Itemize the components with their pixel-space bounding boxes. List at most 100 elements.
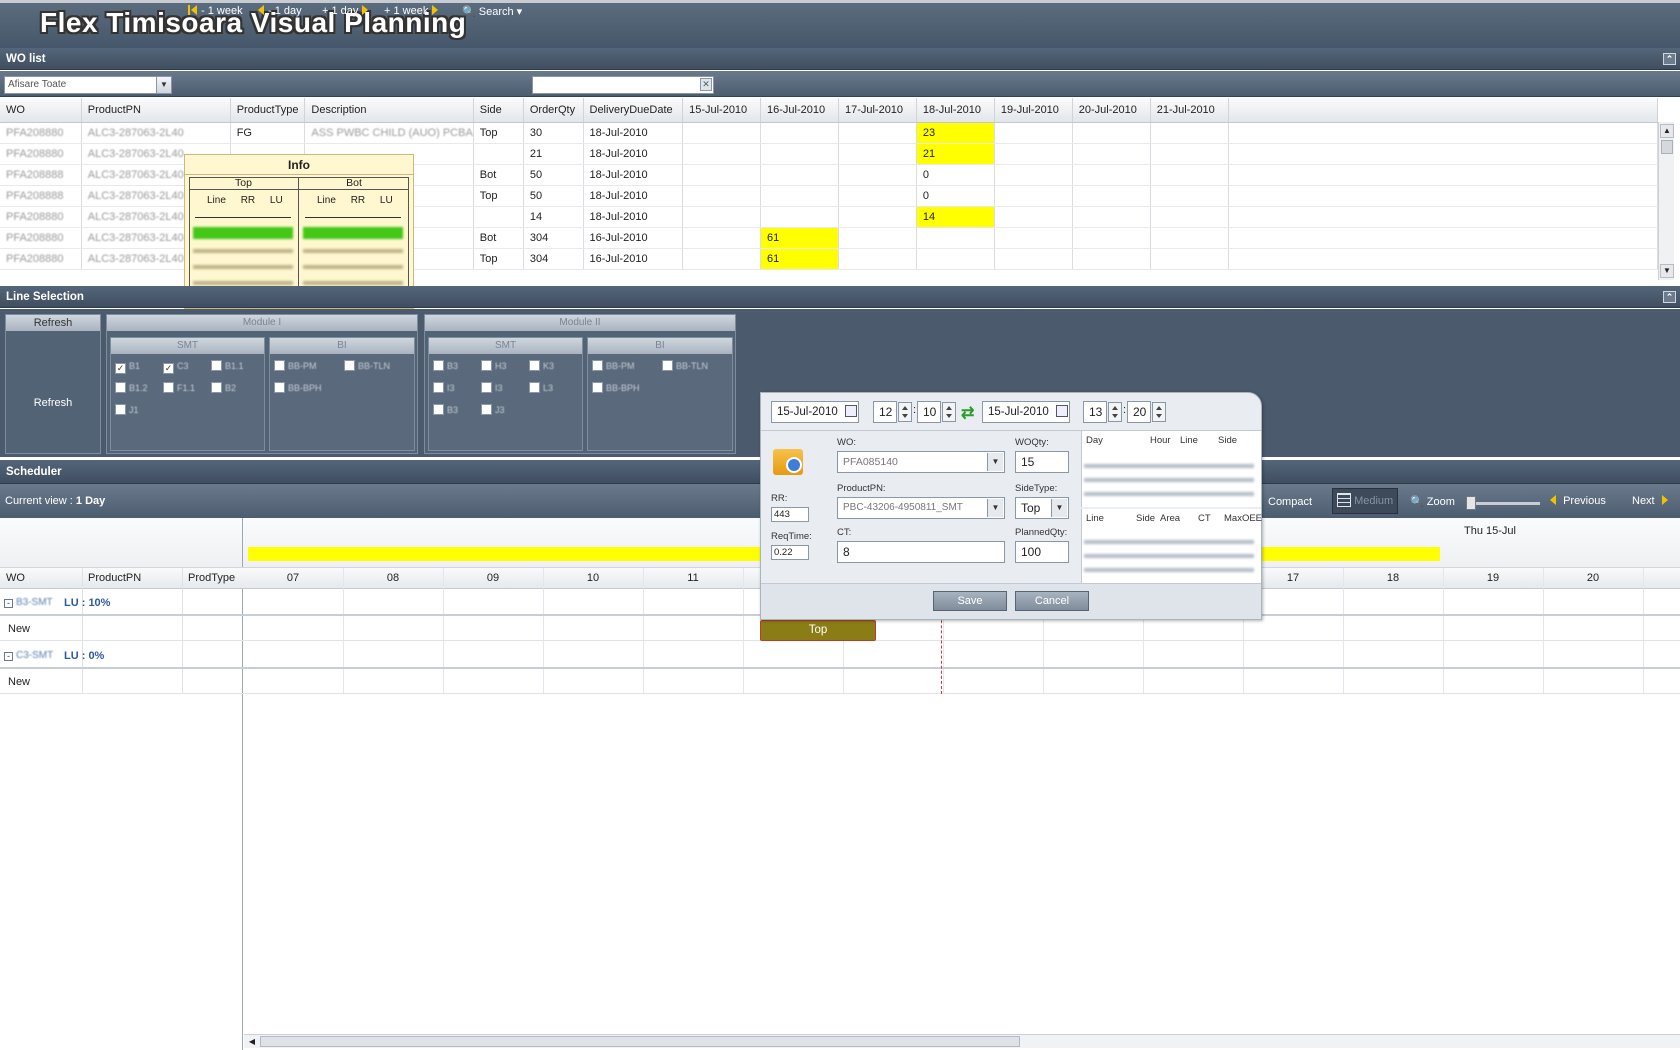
chevron-down-icon[interactable]: ▼ xyxy=(156,77,171,93)
line-checkbox[interactable]: ✓ B1 xyxy=(115,360,140,374)
checkbox[interactable] xyxy=(529,382,540,393)
column-header[interactable]: WO xyxy=(0,98,82,123)
zoom-slider-handle[interactable] xyxy=(1466,496,1476,510)
collapse-icon[interactable]: ⌃ xyxy=(1663,291,1676,303)
line-checkbox[interactable]: L3 xyxy=(529,382,553,394)
ct-field[interactable]: 8 xyxy=(837,541,1005,563)
column-header[interactable]: 17-Jul-2010 xyxy=(838,98,917,123)
line-checkbox[interactable]: J1 xyxy=(115,404,139,416)
scheduler-column-header[interactable]: ProdType xyxy=(188,572,235,584)
collapse-icon[interactable]: ⌃ xyxy=(1663,53,1676,65)
prev-day-button[interactable]: - 1 day xyxy=(258,5,302,17)
column-header[interactable]: ProductType xyxy=(230,98,306,123)
next-button[interactable]: Next xyxy=(1632,495,1668,507)
checkbox[interactable] xyxy=(481,360,492,371)
line-checkbox[interactable]: BB-BPH xyxy=(592,382,640,394)
prev-week-button[interactable]: - 1 week xyxy=(188,5,243,17)
checkbox[interactable] xyxy=(592,360,603,371)
column-header[interactable]: 20-Jul-2010 xyxy=(1072,98,1151,123)
checkbox[interactable] xyxy=(115,404,126,415)
search-button[interactable]: 🔍 Search ▾ xyxy=(462,5,522,18)
wo-filter-select[interactable]: Afisare Toate ▼ xyxy=(4,76,172,94)
refresh-tab[interactable]: Refresh xyxy=(6,315,100,331)
checkbox[interactable] xyxy=(592,382,603,393)
column-header[interactable]: OrderQty xyxy=(523,98,584,123)
rr-field[interactable]: 443 xyxy=(771,507,809,522)
checkbox[interactable] xyxy=(433,404,444,415)
line-checkbox[interactable]: B3 xyxy=(433,360,458,372)
start-min-spinner[interactable] xyxy=(942,402,956,422)
end-hour-field[interactable]: 13 xyxy=(1083,401,1107,423)
start-hour-field[interactable]: 12 xyxy=(873,401,897,423)
checkbox[interactable] xyxy=(529,360,540,371)
search-input[interactable] xyxy=(532,76,714,94)
next-week-button[interactable]: + 1 week xyxy=(384,5,439,17)
scroll-up-icon[interactable]: ▲ xyxy=(1660,124,1674,138)
column-header[interactable]: Side xyxy=(473,98,524,123)
start-hour-spinner[interactable] xyxy=(898,402,912,422)
column-header[interactable]: 19-Jul-2010 xyxy=(994,98,1073,123)
checkbox[interactable]: ✓ xyxy=(115,363,126,374)
zoom-slider[interactable] xyxy=(1466,502,1540,505)
column-header[interactable]: DeliveryDueDate xyxy=(583,98,684,123)
clear-search-icon[interactable]: ✕ xyxy=(700,78,712,91)
column-header[interactable]: 18-Jul-2010 xyxy=(916,98,995,123)
checkbox[interactable] xyxy=(344,360,355,371)
line-checkbox[interactable]: ✓ C3 xyxy=(163,360,189,374)
checkbox[interactable] xyxy=(115,382,126,393)
checkbox[interactable] xyxy=(481,382,492,393)
column-header[interactable]: ProductPN xyxy=(81,98,231,123)
woqty-field[interactable]: 15 xyxy=(1015,451,1069,473)
scheduler-column-header[interactable]: WO xyxy=(6,572,25,584)
compact-view-button[interactable]: Compact xyxy=(1262,490,1326,514)
productpn-select[interactable]: PBC-43206-4950811_SMT ▼ xyxy=(837,497,1005,519)
line-checkbox[interactable]: B3 xyxy=(433,404,458,416)
column-header[interactable]: 16-Jul-2010 xyxy=(760,98,839,123)
checkbox[interactable] xyxy=(433,382,444,393)
wo-select[interactable]: PFA085140 ▼ xyxy=(837,451,1005,473)
checkbox[interactable] xyxy=(274,382,285,393)
line-checkbox[interactable]: BB-TLN xyxy=(662,360,708,372)
line-checkbox[interactable]: I3 xyxy=(481,382,503,394)
line-checkbox[interactable]: I3 xyxy=(433,382,455,394)
checkbox[interactable] xyxy=(433,360,444,371)
horizontal-scrollbar[interactable]: ◀ xyxy=(244,1034,1680,1048)
scroll-down-icon[interactable]: ▼ xyxy=(1660,264,1674,278)
line-checkbox[interactable]: BB-BPH xyxy=(274,382,322,394)
column-header[interactable]: 21-Jul-2010 xyxy=(1150,98,1229,123)
refresh-button[interactable]: Refresh xyxy=(6,397,100,409)
line-checkbox[interactable]: B1.1 xyxy=(211,360,244,372)
line-checkbox[interactable]: K3 xyxy=(529,360,554,372)
line-checkbox[interactable]: BB-PM xyxy=(274,360,317,372)
reqtime-field[interactable]: 0.22 xyxy=(771,545,809,560)
line-checkbox[interactable]: BB-PM xyxy=(592,360,635,372)
checkbox[interactable] xyxy=(481,404,492,415)
checkbox[interactable] xyxy=(163,382,174,393)
checkbox[interactable] xyxy=(211,360,222,371)
plannedqty-field[interactable]: 100 xyxy=(1015,541,1069,563)
scheduled-task[interactable]: Top xyxy=(760,620,876,641)
group-row[interactable]: - C3-SMT LU : 0% xyxy=(0,643,1680,669)
collapse-group-icon[interactable]: - xyxy=(4,652,13,661)
scheduler-column-header[interactable]: ProductPN xyxy=(88,572,141,584)
checkbox[interactable] xyxy=(662,360,673,371)
column-header[interactable]: Description xyxy=(304,98,474,123)
calendar-icon[interactable] xyxy=(845,405,857,417)
previous-button[interactable]: Previous xyxy=(1550,495,1606,507)
wo-scrollbar[interactable]: ▲ ▼ xyxy=(1658,122,1674,280)
column-header[interactable]: 15-Jul-2010 xyxy=(682,98,762,123)
save-button[interactable]: Save xyxy=(933,591,1007,611)
medium-view-button[interactable]: Medium xyxy=(1332,488,1398,514)
checkbox[interactable] xyxy=(274,360,285,371)
cancel-button[interactable]: Cancel xyxy=(1015,591,1089,611)
line-checkbox[interactable]: H3 xyxy=(481,360,507,372)
sidetype-select[interactable]: Top ▼ xyxy=(1015,497,1069,519)
collapse-group-icon[interactable]: - xyxy=(4,599,13,608)
swap-arrow-icon[interactable]: ⇄ xyxy=(961,403,974,423)
checkbox[interactable] xyxy=(211,382,222,393)
end-hour-spinner[interactable] xyxy=(1108,402,1122,422)
next-day-button[interactable]: + 1 day xyxy=(322,5,369,17)
scroll-left-icon[interactable]: ◀ xyxy=(246,1036,258,1047)
end-min-field[interactable]: 20 xyxy=(1127,401,1151,423)
line-checkbox[interactable]: B2 xyxy=(211,382,236,394)
